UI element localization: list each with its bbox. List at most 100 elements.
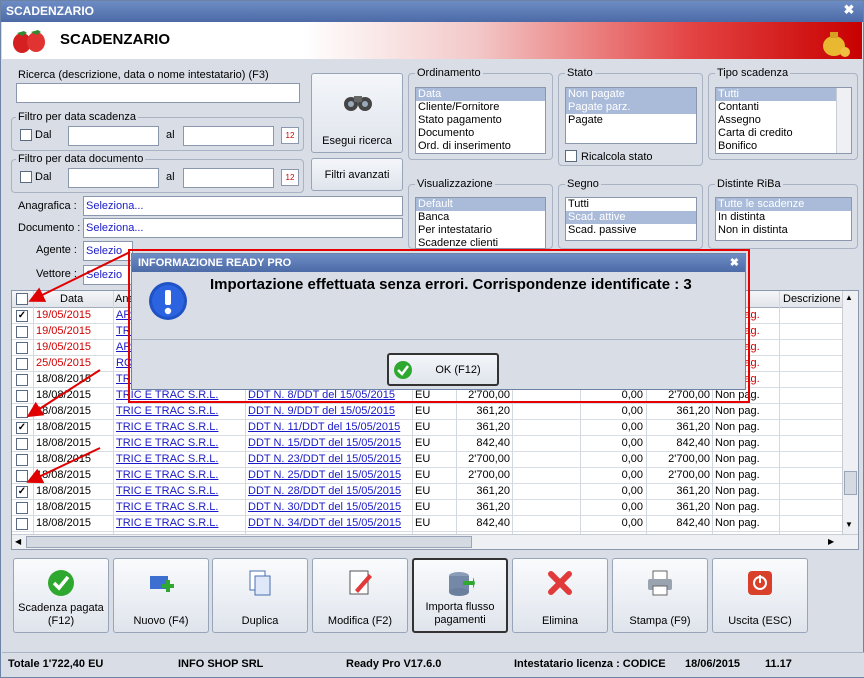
table-row[interactable]: 18/08/2015 TRIC E TRAC S.R.L. DDT N. 25/DD… xyxy=(12,468,842,484)
row-checkbox[interactable]: ✓ xyxy=(16,422,28,434)
filter-doc-to-input[interactable] xyxy=(183,168,274,188)
duplica-button[interactable]: Duplica xyxy=(212,558,308,633)
tipo-option[interactable]: Tutti xyxy=(716,88,851,101)
row-checkbox[interactable] xyxy=(16,390,28,402)
row-checkbox[interactable] xyxy=(16,374,28,386)
row-checkbox[interactable]: ✓ xyxy=(16,486,28,498)
table-row[interactable]: 18/08/2015 TRIC E TRAC S.R.L. DDT N. 15/DD… xyxy=(12,436,842,452)
dialog-close-button[interactable]: ✖ xyxy=(730,256,739,269)
calendar-icon[interactable]: 12 xyxy=(281,127,299,144)
ok-button[interactable]: OK (F12) xyxy=(387,353,499,386)
calendar-icon[interactable]: 12 xyxy=(281,169,299,186)
visualizzazione-option[interactable]: Per intestatario xyxy=(416,224,545,237)
advanced-filters-button[interactable]: Filtri avanzati xyxy=(311,158,403,191)
cell-anagrafica[interactable]: TRIC E TRAC S.R.L. xyxy=(116,469,242,481)
scroll-left-icon[interactable]: ◀ xyxy=(15,537,21,546)
cell-document[interactable]: DDT N. 30/DDT del 15/05/2015 xyxy=(248,501,410,513)
tipo-option[interactable]: Contanti xyxy=(716,101,851,114)
table-row[interactable]: 18/08/2015 TRIC E TRAC S.R.L. DDT N. 34/DD… xyxy=(12,516,842,532)
row-checkbox[interactable] xyxy=(16,406,28,418)
grid-vertical-scrollbar[interactable]: ▲ ▼ xyxy=(842,291,858,534)
window-close-button[interactable]: ✖ xyxy=(841,2,857,18)
distinte-option[interactable]: Non in distinta xyxy=(716,224,851,237)
cell-document[interactable]: DDT N. 28/DDT del 15/05/2015 xyxy=(248,485,410,497)
select-all-checkbox[interactable] xyxy=(16,293,28,305)
ordinamento-option[interactable]: Stato pagamento xyxy=(416,114,545,127)
stato-option[interactable]: Pagate parz. xyxy=(566,101,696,114)
table-row[interactable]: 18/08/2015 TRIC E TRAC S.R.L. DDT N. 30/DD… xyxy=(12,500,842,516)
importa-button[interactable]: Importa flusso pagamenti xyxy=(412,558,508,633)
documento-select[interactable]: Seleziona... xyxy=(83,218,403,238)
ricalcola-checkbox[interactable] xyxy=(565,150,577,162)
cell-anagrafica[interactable]: TRIC E TRAC S.R.L. xyxy=(116,453,242,465)
cell-document[interactable]: DDT N. 34/DDT del 15/05/2015 xyxy=(248,517,410,529)
scroll-right-icon[interactable]: ▶ xyxy=(828,537,834,546)
stampa-button[interactable]: Stampa (F9) xyxy=(612,558,708,633)
row-checkbox[interactable] xyxy=(16,326,28,338)
grid-horizontal-scrollbar[interactable]: ◀ ▶ xyxy=(12,534,858,549)
tipo-option[interactable]: Bonifico xyxy=(716,140,851,153)
distinte-option[interactable]: Tutte le scadenze xyxy=(716,198,851,211)
filter-doc-checkbox[interactable] xyxy=(20,171,32,183)
ordinamento-option[interactable]: Data xyxy=(416,88,545,101)
row-checkbox[interactable] xyxy=(16,454,28,466)
row-checkbox[interactable] xyxy=(16,342,28,354)
table-row[interactable]: 18/08/2015 TRIC E TRAC S.R.L. DDT N. 9/DDT… xyxy=(12,404,842,420)
scroll-h-thumb[interactable] xyxy=(26,536,472,548)
row-checkbox[interactable] xyxy=(16,358,28,370)
cell-document[interactable]: DDT N. 25/DDT del 15/05/2015 xyxy=(248,469,410,481)
row-checkbox[interactable] xyxy=(16,438,28,450)
segno-option[interactable]: Scad. passive xyxy=(566,224,696,237)
table-row[interactable]: ✓ 18/08/2015 TRIC E TRAC S.R.L. DDT N. 11/D… xyxy=(12,420,842,436)
segno-option[interactable]: Tutti xyxy=(566,198,696,211)
scroll-up-icon[interactable]: ▲ xyxy=(845,293,853,302)
row-checkbox[interactable] xyxy=(16,518,28,530)
tipo-scrollbar[interactable] xyxy=(836,88,851,153)
stato-option[interactable]: Pagate xyxy=(566,114,696,127)
cell-document[interactable]: DDT N. 23/DDT del 15/05/2015 xyxy=(248,453,410,465)
scroll-down-icon[interactable]: ▼ xyxy=(845,520,853,529)
vettore-select[interactable]: Selezio xyxy=(83,265,133,285)
filter-doc-from-input[interactable] xyxy=(68,168,159,188)
anagrafica-select[interactable]: Seleziona... xyxy=(83,196,403,216)
nuovo-button[interactable]: Nuovo (F4) xyxy=(113,558,209,633)
search-input[interactable] xyxy=(16,83,300,103)
filter-due-from-input[interactable] xyxy=(68,126,159,146)
cell-anagrafica[interactable]: TRIC E TRAC S.R.L. xyxy=(116,485,242,497)
col-data-header[interactable]: Data xyxy=(60,293,83,305)
cell-anagrafica[interactable]: TRIC E TRAC S.R.L. xyxy=(116,501,242,513)
agente-select[interactable]: Selezio xyxy=(83,241,133,261)
uscita-button[interactable]: Uscita (ESC) xyxy=(712,558,808,633)
col-descrizione-header[interactable]: Descrizione xyxy=(783,293,840,305)
ordinamento-option[interactable]: Cliente/Fornitore xyxy=(416,101,545,114)
filter-due-to-input[interactable] xyxy=(183,126,274,146)
row-checkbox[interactable] xyxy=(16,502,28,514)
distinte-option[interactable]: In distinta xyxy=(716,211,851,224)
ordinamento-option[interactable]: Documento xyxy=(416,127,545,140)
modifica-button[interactable]: Modifica (F2) xyxy=(312,558,408,633)
visualizzazione-option[interactable]: Banca xyxy=(416,211,545,224)
filter-due-checkbox[interactable] xyxy=(20,129,32,141)
cell-document[interactable]: DDT N. 9/DDT del 15/05/2015 xyxy=(248,405,410,417)
scadenza-pagata-button[interactable]: Scadenza pagata (F12) xyxy=(13,558,109,633)
cell-anagrafica[interactable]: TRIC E TRAC S.R.L. xyxy=(116,405,242,417)
cell-anagrafica[interactable]: TRIC E TRAC S.R.L. xyxy=(116,517,242,529)
search-button[interactable]: Esegui ricerca xyxy=(311,73,403,153)
scroll-thumb[interactable] xyxy=(844,471,857,495)
segno-option[interactable]: Scad. attive xyxy=(566,211,696,224)
row-checkbox[interactable]: ✓ xyxy=(16,310,28,322)
stato-option[interactable]: Non pagate xyxy=(566,88,696,101)
table-row[interactable]: ✓ 18/08/2015 TRIC E TRAC S.R.L. DDT N. 28/D… xyxy=(12,484,842,500)
cell-anagrafica[interactable]: TRIC E TRAC S.R.L. xyxy=(116,421,242,433)
cell-document[interactable]: DDT N. 15/DDT del 15/05/2015 xyxy=(248,437,410,449)
cell-anagrafica[interactable]: TRIC E TRAC S.R.L. xyxy=(116,437,242,449)
row-checkbox[interactable] xyxy=(16,470,28,482)
visualizzazione-option[interactable]: Default xyxy=(416,198,545,211)
tipo-option[interactable]: Carta di credito xyxy=(716,127,851,140)
tipo-option[interactable]: Assegno xyxy=(716,114,851,127)
table-row[interactable]: 18/08/2015 TRIC E TRAC S.R.L. DDT N. 23/DD… xyxy=(12,452,842,468)
elimina-button[interactable]: Elimina xyxy=(512,558,608,633)
visualizzazione-option[interactable]: Scadenze clienti xyxy=(416,237,545,248)
ordinamento-option[interactable]: Ord. di inserimento xyxy=(416,140,545,153)
cell-document[interactable]: DDT N. 11/DDT del 15/05/2015 xyxy=(248,421,410,433)
